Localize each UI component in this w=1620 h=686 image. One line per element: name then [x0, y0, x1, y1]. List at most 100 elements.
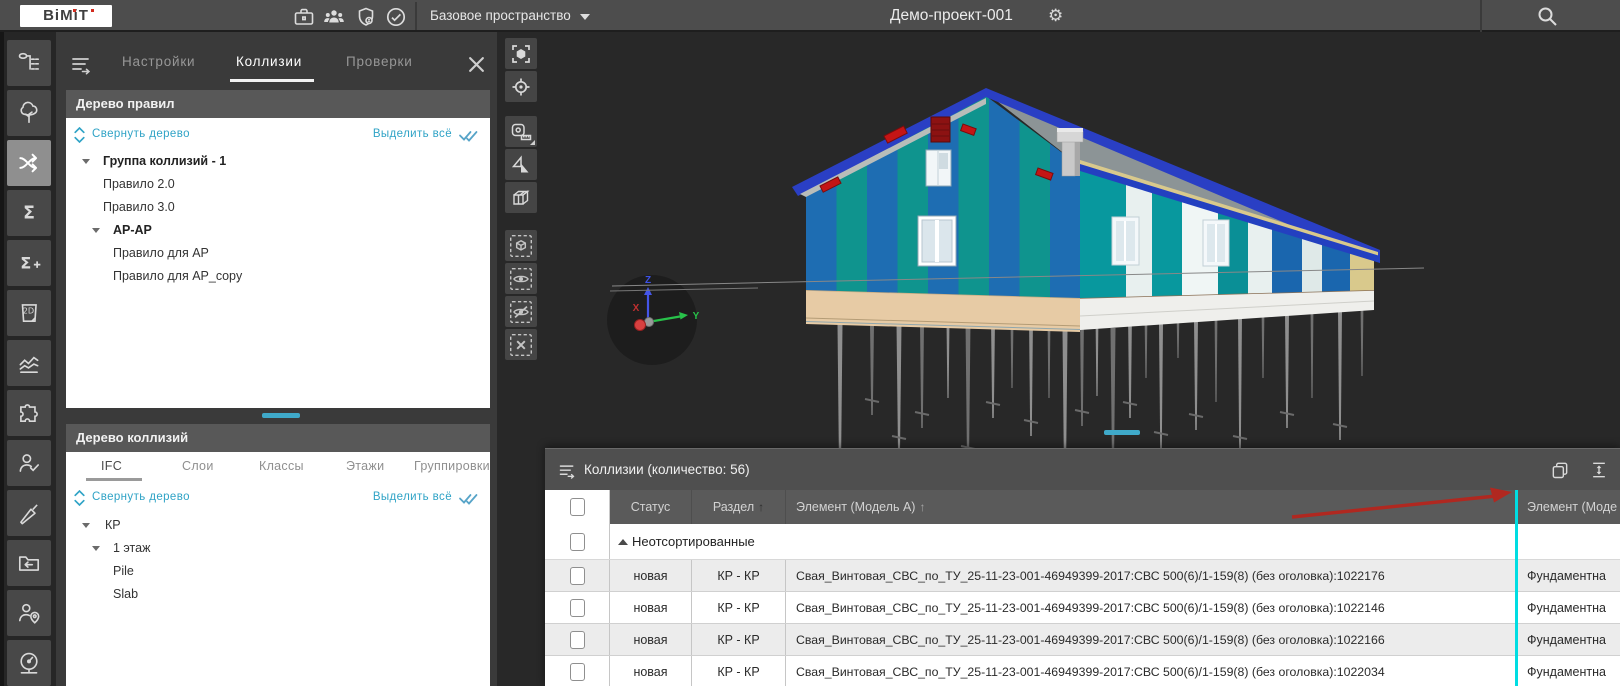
projects-briefcase-icon[interactable] — [292, 5, 316, 29]
panel-menu-icon[interactable] — [70, 54, 92, 81]
collisions-tree-row[interactable]: КР 56/56 — [66, 514, 490, 537]
tab-groupings[interactable]: Группировки — [414, 459, 490, 473]
locate-target-icon[interactable] — [505, 71, 537, 102]
panel-menu-icon[interactable] — [557, 462, 577, 485]
workspace-caret-icon[interactable] — [580, 14, 590, 20]
column-header-status[interactable]: Статус — [610, 490, 692, 524]
column-header-element-a[interactable]: Элемент (Модель А) — [786, 490, 1519, 524]
rules-tree-row[interactable]: Правило для АР 56 — [66, 242, 490, 265]
tree-item-label[interactable]: АР-АР — [113, 219, 152, 242]
collisions-tree-row[interactable]: Slab 56/56 — [66, 583, 490, 606]
project-settings-gear-icon[interactable]: ⚙ — [1048, 0, 1063, 32]
select-all-checkbox[interactable] — [570, 498, 585, 516]
section-box-icon[interactable] — [505, 182, 537, 213]
tree-item-label[interactable]: Правило для АР_copy — [113, 265, 242, 288]
clear-selection-icon[interactable] — [505, 329, 537, 360]
column-header-section[interactable]: Раздел — [692, 490, 786, 524]
tab-classes[interactable]: Классы — [259, 459, 304, 473]
sidebar-item-collisions-shuffle[interactable] — [7, 140, 51, 186]
table-group-row[interactable]: Неотсортированные — [545, 524, 1620, 560]
tree-item-label[interactable]: КР — [105, 514, 121, 537]
row-checkbox[interactable] — [570, 631, 585, 649]
rules-tree-row[interactable]: Группа коллизий - 1 57 — [66, 150, 490, 173]
sidebar-item-2d-view[interactable]: 2D — [7, 290, 51, 336]
sidebar-item-dashboard-gauge[interactable] — [7, 640, 51, 686]
sidebar-item-trowel[interactable] — [7, 490, 51, 536]
collapse-tree-link[interactable]: Свернуть дерево — [92, 128, 190, 140]
users-group-icon[interactable] — [322, 5, 346, 29]
sort-asc-icon[interactable] — [754, 500, 764, 514]
section-plane-icon[interactable] — [505, 149, 537, 180]
sort-asc-icon[interactable] — [915, 500, 925, 514]
viewport-splitter-handle[interactable] — [1104, 430, 1140, 435]
workspace-selector[interactable]: Базовое пространство — [430, 0, 571, 32]
tree-expand-caret-icon[interactable] — [92, 546, 100, 551]
sidebar-item-sum-add[interactable]: Σ — [7, 240, 51, 286]
app-logo[interactable]: BiMiT — [20, 5, 112, 27]
sidebar-item-export-folder[interactable] — [7, 540, 51, 586]
tree-item-label[interactable]: Pile — [113, 560, 134, 583]
collisions-tree-header[interactable]: Дерево коллизий — [66, 424, 490, 452]
row-checkbox[interactable] — [570, 599, 585, 617]
rules-tree-row[interactable]: Правило 2.0 0 — [66, 173, 490, 196]
axis-gizmo[interactable]: Z Y X — [607, 275, 700, 365]
show-selection-eye-icon[interactable] — [505, 263, 537, 294]
sidebar-item-sum[interactable]: Σ — [7, 190, 51, 236]
collisions-tree-row[interactable]: Pile 56/56 — [66, 560, 490, 583]
collision-table-row[interactable]: новая КР - КР Свая_Винтовая_СВС_по_ТУ_25… — [545, 624, 1620, 656]
zoom-to-model-icon[interactable] — [505, 38, 537, 69]
rules-tree-row[interactable]: Правило для АР_copy 0 — [66, 265, 490, 288]
collision-table-row[interactable]: новая КР - КР Свая_Винтовая_СВС_по_ТУ_25… — [545, 656, 1620, 686]
tree-expand-caret-icon[interactable] — [82, 523, 90, 528]
copy-table-icon[interactable] — [1550, 460, 1570, 485]
sidebar-item-charts[interactable] — [7, 340, 51, 386]
isolate-selection-icon[interactable] — [505, 230, 537, 261]
tab-layers[interactable]: Слои — [182, 459, 214, 473]
tab-ifc[interactable]: IFC — [101, 459, 122, 473]
collapse-tree-chevrons-icon[interactable] — [74, 127, 85, 148]
group-label[interactable]: Неотсортированные — [632, 524, 755, 560]
collisions-tree-row[interactable]: 1 этаж 56/56 — [66, 537, 490, 560]
tree-item-label[interactable]: Правило для АР — [113, 242, 209, 265]
select-all-link[interactable]: Выделить всё — [340, 491, 452, 503]
group-collapse-triangle-icon[interactable] — [618, 539, 628, 545]
row-checkbox[interactable] — [570, 567, 585, 585]
shield-access-icon[interactable] — [354, 5, 378, 29]
sidebar-item-model-tree[interactable] — [7, 40, 51, 86]
double-check-icon[interactable] — [458, 491, 479, 510]
row-checkbox[interactable] — [570, 663, 585, 681]
tree-expand-caret-icon[interactable] — [82, 159, 90, 164]
tab-settings[interactable]: Настройки — [122, 54, 195, 69]
tab-collisions[interactable]: Коллизии — [236, 54, 302, 69]
rules-tree-row[interactable]: АР-АР 56 — [66, 219, 490, 242]
fit-panel-height-icon[interactable] — [1589, 460, 1609, 485]
column-resize-divider[interactable] — [1515, 490, 1518, 686]
collapse-tree-chevrons-icon[interactable] — [74, 490, 85, 511]
rules-tree-header[interactable]: Дерево правил — [66, 90, 490, 118]
check-circle-icon[interactable] — [384, 5, 408, 29]
select-all-link[interactable]: Выделить всё — [340, 128, 452, 140]
panel-splitter-handle[interactable] — [262, 413, 300, 418]
tab-floors[interactable]: Этажи — [346, 459, 384, 473]
measure-tape-icon[interactable] — [505, 116, 537, 147]
rules-tree-row[interactable]: Правило 3.0 1 — [66, 196, 490, 219]
sidebar-item-environment-tree[interactable] — [7, 90, 51, 136]
sidebar-item-user-location[interactable] — [7, 590, 51, 636]
sidebar-item-user-check[interactable] — [7, 440, 51, 486]
sidebar-item-plugins-puzzle[interactable] — [7, 390, 51, 436]
close-panel-icon[interactable] — [468, 56, 485, 78]
collision-table-row[interactable]: новая КР - КР Свая_Винтовая_СВС_по_ТУ_25… — [545, 560, 1620, 592]
tree-item-label[interactable]: Правило 2.0 — [103, 173, 175, 196]
double-check-icon[interactable] — [458, 128, 479, 147]
row-checkbox[interactable] — [570, 533, 585, 551]
tree-expand-caret-icon[interactable] — [92, 228, 100, 233]
column-header-element-b[interactable]: Элемент (Моде — [1519, 490, 1620, 524]
collision-table-row[interactable]: новая КР - КР Свая_Винтовая_СВС_по_ТУ_25… — [545, 592, 1620, 624]
hide-selection-eye-off-icon[interactable] — [505, 296, 537, 327]
search-icon[interactable] — [1535, 4, 1559, 28]
tree-item-label[interactable]: Группа коллизий - 1 — [103, 150, 226, 173]
tab-checks[interactable]: Проверки — [346, 54, 413, 69]
tree-item-label[interactable]: Slab — [113, 583, 138, 606]
tree-item-label[interactable]: Правило 3.0 — [103, 196, 175, 219]
collapse-tree-link[interactable]: Свернуть дерево — [92, 491, 190, 503]
